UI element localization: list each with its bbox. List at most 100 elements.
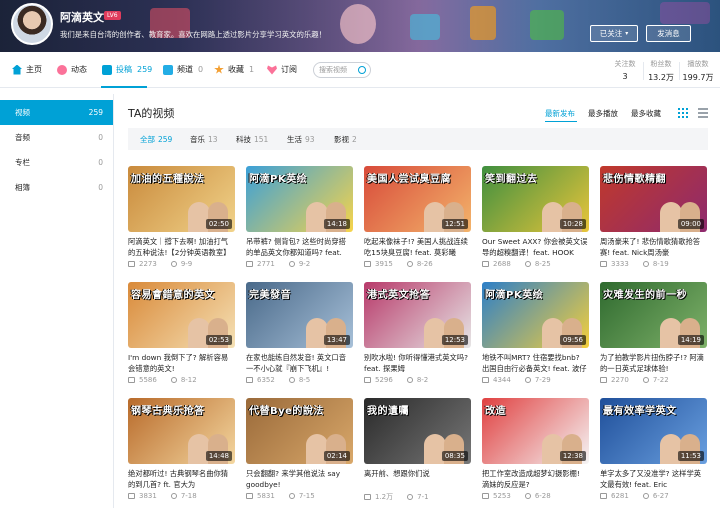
play-count-icon [482,493,489,499]
video-thumbnail[interactable]: 阿滴PK英绘 14:18 [246,166,353,232]
video-card[interactable]: 代替Bye的說法 02:14 只会翻翻? 来学其他说法 say goodbye! 58… [246,398,353,500]
sidebar-item-album[interactable]: 相簿 0 [0,175,113,200]
tab-videos[interactable]: 投稿 259 [102,64,152,75]
clock-icon [288,377,295,383]
clock-icon [642,261,649,267]
list-view-icon[interactable] [698,108,708,118]
filter-tech[interactable]: 科技 151 [236,134,268,145]
video-card[interactable]: 美国人尝试臭豆腐 12:51 吃起来像袜子!? 美国人挑战连续吃15块臭豆腐! fe… [364,166,471,268]
search-input[interactable]: 搜索视频 [313,62,371,78]
filter-all[interactable]: 全部 259 [140,134,172,145]
video-title[interactable]: 别吹水啦! 你听得懂港式英文吗? feat. 探果姆 [364,352,471,374]
video-title[interactable]: 只会翻翻? 来学其他说法 say goodbye! [246,468,353,490]
video-card[interactable]: 完美發音 13:47 在家也能练自然发音! 英文口音一不小心就『崩下飞机』! 6352… [246,282,353,384]
video-thumbnail[interactable]: 代替Bye的說法 02:14 [246,398,353,464]
video-thumbnail[interactable]: 容易會錯意的英文 02:53 [128,282,235,348]
video-thumbnail[interactable]: 灾难发生的前一秒 14:19 [600,282,707,348]
play-count-icon [600,377,607,383]
sidebar-item-article[interactable]: 专栏 0 [0,150,113,175]
page-title: TA的视频 [128,107,175,120]
sort-newest[interactable]: 最新发布 [545,108,575,119]
filter-count: 2 [352,135,357,144]
video-thumbnail[interactable]: 钢琴古典乐抢答 14:48 [128,398,235,464]
favorite-icon [214,64,224,74]
video-title[interactable]: 在家也能练自然发音! 英文口音一不小心就『崩下飞机』! [246,352,353,374]
tab-dynamic[interactable]: 动态 [57,64,87,75]
tab-home[interactable]: 主页 [12,64,42,75]
video-title[interactable]: 离开前、想跟你们说 [364,468,471,490]
video-thumbnail[interactable]: 笑到翻过去 10:28 [482,166,589,232]
video-card[interactable]: 阿滴PK英绘 14:18 吊带裤? 侧背包? 这些时尚穿搭的单品英文你都知道吗? f… [246,166,353,268]
grid-view-icon[interactable] [678,108,688,118]
video-title[interactable]: 阿滴英文｜撐下去啊! 加油打气的五种说法!【2分钟英语教室】 [128,236,235,258]
video-card[interactable]: 灾难发生的前一秒 14:19 为了拍教学影片扭伤脖子!? 阿滴的一日英式足球体验! 2… [600,282,707,384]
video-thumbnail[interactable]: 加油的五種說法 02:50 [128,166,235,232]
video-title[interactable]: 绝对都听过! 古典钢琴名曲你猜的到几首? ft. 官大为 [128,468,235,490]
video-title[interactable]: 把工作室改造成超梦幻摄影棚! 滴妹的反应是? [482,468,589,490]
video-title[interactable]: 单字太多了又没准学? 这样学英文最有效! feat. Eric [600,468,707,490]
filter-count: 93 [305,135,315,144]
video-card[interactable]: 笑到翻过去 10:28 Our Sweet AXX? 你会被英文误导的超糗翻译！fe… [482,166,589,268]
video-title[interactable]: 周汤豪来了! 悲伤情歌猜歌抢答赛! feat. Nick周汤豪 [600,236,707,258]
play-count: 2771 [257,260,275,268]
video-card[interactable]: 港式英文抢答 12:53 别吹水啦! 你听得懂港式英文吗? feat. 探果姆 529… [364,282,471,384]
video-title[interactable]: Our Sweet AXX? 你会被英文误导的超糗翻译！feat. HOOK [482,236,589,258]
play-count-icon [364,261,371,267]
tab-subscriptions[interactable]: 订阅 [267,64,297,75]
play-count: 5253 [493,492,511,500]
play-count-icon [482,377,489,383]
search-icon[interactable] [358,66,366,74]
stat-value: 199.7万 [682,73,714,82]
video-card[interactable]: 最有效率学英文 11:53 单字太多了又没准学? 这样学英文最有效! feat. E… [600,398,707,500]
video-thumbnail[interactable]: 我的遺囑 08:35 [364,398,471,464]
video-title[interactable]: 吃起来像袜子!? 美国人挑战连续吃15块臭豆腐! feat. 莫彩曦 [364,236,471,258]
video-thumbnail[interactable]: 港式英文抢答 12:53 [364,282,471,348]
stat-following[interactable]: 关注数 3 [608,59,642,81]
video-title[interactable]: 吊带裤? 侧背包? 这些时尚穿搭的单品英文你都知道吗? feat. [246,236,353,258]
video-icon [102,64,112,75]
sort-most-favorited[interactable]: 最多收藏 [631,108,661,119]
stat-fans[interactable]: 粉丝数 13.2万 [644,59,678,83]
follow-label: 已关注 [599,29,623,38]
upload-date: 7-1 [417,493,429,501]
stat-label: 粉丝数 [650,60,672,68]
filter-life[interactable]: 生活 93 [287,134,315,145]
video-card[interactable]: 悲伤情歌精翻 09:00 周汤豪来了! 悲伤情歌猜歌抢答赛! feat. Nick周… [600,166,707,268]
clock-icon [170,261,177,267]
video-duration: 11:53 [677,451,704,461]
sidebar-item-label: 相簿 [15,183,30,192]
video-meta: 5586 8-12 [128,376,235,384]
video-thumbnail[interactable]: 悲伤情歌精翻 09:00 [600,166,707,232]
video-card[interactable]: 阿滴PK英绘 09:56 地铁不叫MRT? 住宿要找bnb? 出国自由行必备英文! … [482,282,589,384]
channel-name[interactable]: 阿滴英文 [60,9,104,25]
video-title[interactable]: I'm down 我倒下了? 解析容易会错意的英文! [128,352,235,374]
video-thumbnail[interactable]: 阿滴PK英绘 09:56 [482,282,589,348]
filter-label: 影视 [334,135,349,144]
filter-film[interactable]: 影视 2 [334,134,357,145]
sidebar-item-audio[interactable]: 音频 0 [0,125,113,150]
message-button[interactable]: 发消息 [646,25,691,42]
avatar[interactable] [11,3,53,45]
video-card[interactable]: 改造 12:38 把工作室改造成超梦幻摄影棚! 滴妹的反应是? 5253 6-28 [482,398,589,500]
follow-button[interactable]: 已关注 ▾ [590,25,638,42]
tab-favorites[interactable]: 收藏 1 [214,64,254,75]
play-count: 2270 [611,376,629,384]
stat-value: 13.2万 [648,73,674,82]
sidebar-item-video[interactable]: 视频 259 [0,100,113,125]
clock-icon [642,493,649,499]
play-count: 3831 [139,492,157,500]
video-card[interactable]: 容易會錯意的英文 02:53 I'm down 我倒下了? 解析容易会错意的英文! 5… [128,282,235,384]
video-thumbnail[interactable]: 改造 12:38 [482,398,589,464]
video-card[interactable]: 加油的五種說法 02:50 阿滴英文｜撐下去啊! 加油打气的五种说法!【2分钟英语教… [128,166,235,268]
video-title[interactable]: 地铁不叫MRT? 住宿要找bnb? 出国自由行必备英文! feat. 波仔 [482,352,589,374]
video-thumbnail[interactable]: 最有效率学英文 11:53 [600,398,707,464]
video-card[interactable]: 钢琴古典乐抢答 14:48 绝对都听过! 古典钢琴名曲你猜的到几首? ft. 官大为… [128,398,235,500]
video-thumbnail[interactable]: 美国人尝试臭豆腐 12:51 [364,166,471,232]
tab-channels[interactable]: 频道 0 [163,64,203,75]
video-card[interactable]: 我的遺囑 08:35 离开前、想跟你们说 1.2万 7-1 [364,398,471,502]
filter-music[interactable]: 音乐 13 [190,134,218,145]
video-thumbnail[interactable]: 完美發音 13:47 [246,282,353,348]
sort-most-played[interactable]: 最多播放 [588,108,618,119]
video-title[interactable]: 为了拍教学影片扭伤脖子!? 阿滴的一日英式足球体验! [600,352,707,374]
play-count: 4344 [493,376,511,384]
